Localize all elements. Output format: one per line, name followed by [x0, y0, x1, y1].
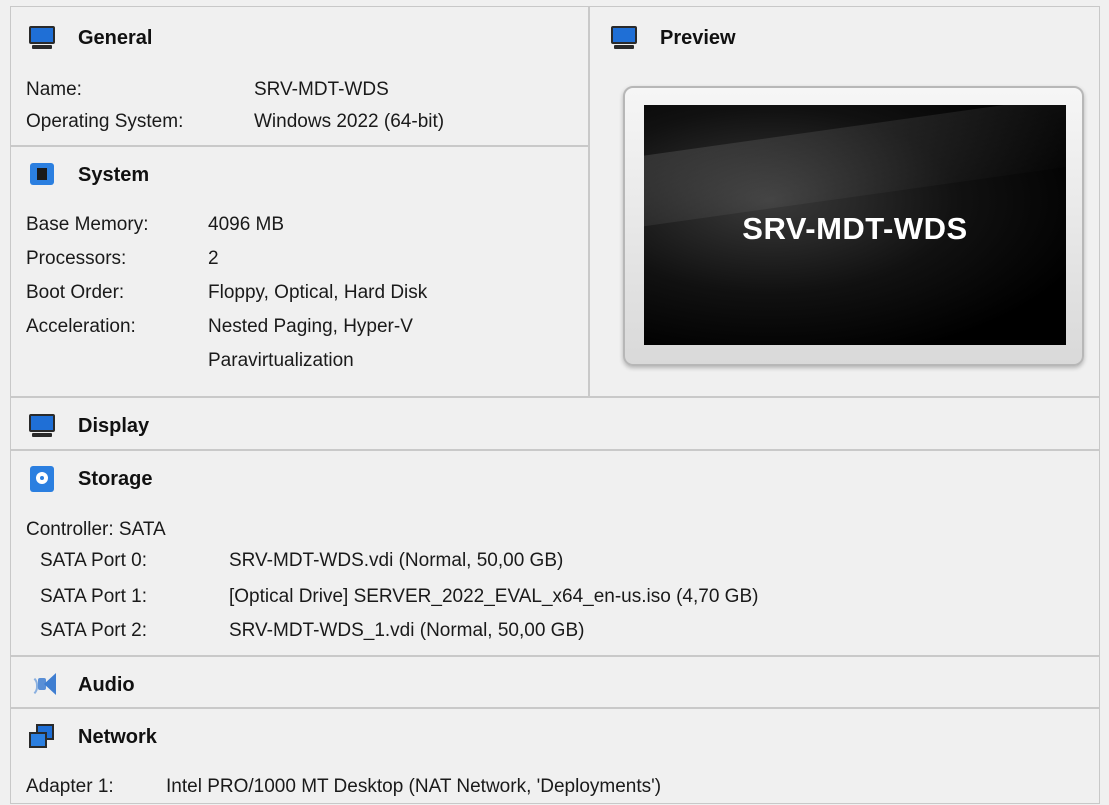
section-audio-header[interactable]: Audio — [28, 671, 135, 699]
adapter-1-value: Intel PRO/1000 MT Desktop (NAT Network, … — [166, 776, 662, 797]
sata-port-2-value: SRV-MDT-WDS_1.vdi (Normal, 50,00 GB) — [229, 620, 585, 641]
boot-order-value: Floppy, Optical, Hard Disk — [208, 282, 428, 303]
section-network-header[interactable]: Network — [28, 723, 157, 751]
sata-port-1-value: [Optical Drive] SERVER_2022_EVAL_x64_en-… — [229, 586, 759, 607]
monitor-icon — [28, 412, 56, 440]
section-storage-header[interactable]: Storage — [28, 465, 152, 493]
preview-frame: SRV-MDT-WDS — [623, 86, 1084, 366]
section-network-title: Network — [78, 725, 157, 748]
memory-value: 4096 MB — [208, 214, 285, 235]
monitor-icon — [28, 24, 56, 52]
network-icon — [28, 723, 56, 751]
divider-general-system — [11, 145, 588, 147]
section-preview-title: Preview — [660, 26, 736, 49]
acceleration-value-2: Paravirtualization — [208, 350, 354, 371]
os-label: Operating System: — [26, 111, 184, 132]
processors-value: 2 — [208, 248, 219, 269]
os-value: Windows 2022 (64-bit) — [254, 111, 445, 132]
section-preview-header[interactable]: Preview — [610, 24, 736, 52]
section-system-title: System — [78, 163, 150, 186]
section-audio-title: Audio — [78, 673, 135, 696]
sata-port-0-label: SATA Port 0: — [40, 550, 148, 571]
sata-port-2-label: SATA Port 2: — [40, 620, 148, 641]
boot-order-label: Boot Order: — [26, 282, 125, 303]
monitor-icon — [610, 24, 638, 52]
memory-label: Base Memory: — [26, 214, 149, 235]
column-divider — [588, 7, 590, 397]
processors-label: Processors: — [26, 248, 127, 269]
divider-audio-network — [11, 707, 1099, 709]
section-storage-title: Storage — [78, 467, 153, 490]
section-system-header[interactable]: System — [28, 161, 149, 189]
name-label: Name: — [26, 79, 82, 100]
sata-port-0-value: SRV-MDT-WDS.vdi (Normal, 50,00 GB) — [229, 550, 564, 571]
divider-system-display — [11, 396, 1099, 398]
acceleration-value-1: Nested Paging, Hyper-V — [208, 316, 413, 337]
divider-display-storage — [11, 449, 1099, 451]
acceleration-label: Acceleration: — [26, 316, 136, 337]
storage-controller: Controller: SATA — [26, 519, 166, 540]
section-general-title: General — [78, 26, 153, 49]
disk-icon — [28, 465, 56, 493]
divider-storage-audio — [11, 655, 1099, 657]
chip-icon — [28, 161, 56, 189]
sata-port-1-label: SATA Port 1: — [40, 586, 148, 607]
section-display-header[interactable]: Display — [28, 412, 149, 440]
adapter-1-label: Adapter 1: — [26, 776, 114, 797]
name-value: SRV-MDT-WDS — [254, 79, 389, 100]
section-general-header[interactable]: General — [28, 24, 152, 52]
speaker-icon — [28, 671, 56, 699]
section-display-title: Display — [78, 414, 150, 437]
preview-vm-name: SRV-MDT-WDS — [742, 211, 968, 246]
preview-screen: SRV-MDT-WDS — [644, 105, 1066, 345]
